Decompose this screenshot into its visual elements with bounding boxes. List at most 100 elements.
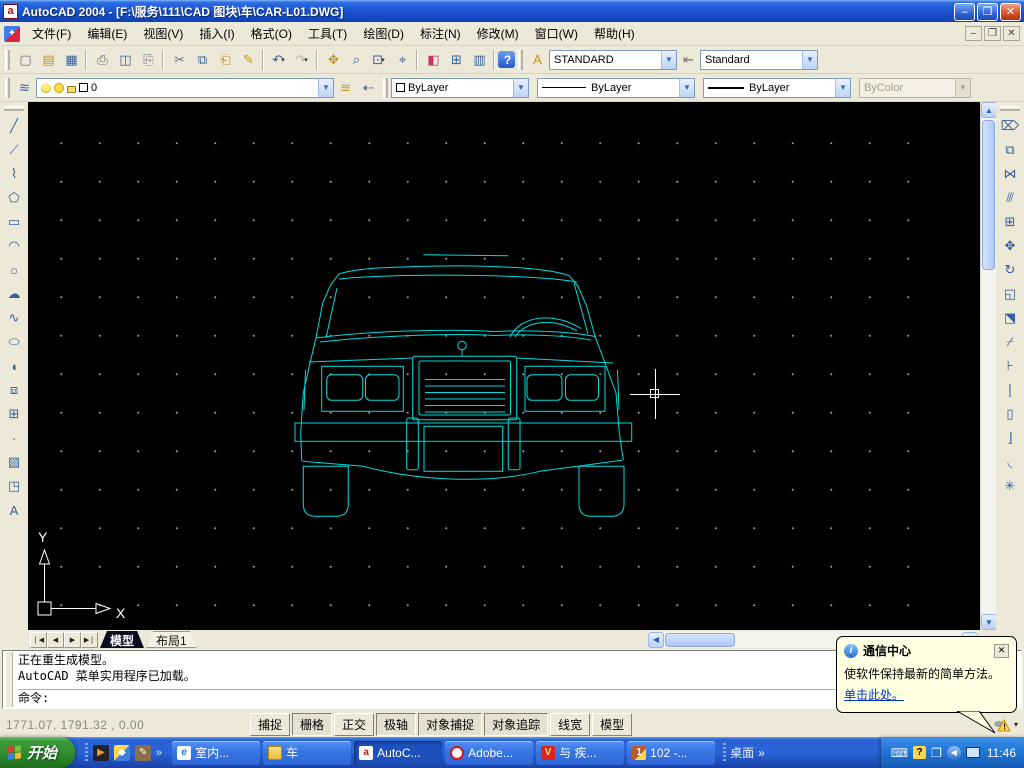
toolbar-grip[interactable] <box>383 77 388 98</box>
layer-manager-icon[interactable]: ≋ <box>13 76 36 99</box>
color-combo[interactable]: ByLayer ▼ <box>391 77 529 98</box>
publish-icon[interactable]: ⎘ <box>136 48 159 71</box>
command-window-grip[interactable] <box>4 652 13 707</box>
tray-dropdown-icon[interactable]: ▾ <box>1014 720 1018 729</box>
save-icon[interactable]: ▦ <box>59 48 82 71</box>
acdsee-icon[interactable]: ◆ <box>114 744 131 761</box>
designcenter-icon[interactable]: ⊞ <box>444 48 467 71</box>
zoom-previous-icon[interactable]: ⌖ <box>390 48 413 71</box>
make-block-icon[interactable]: ⊞ <box>2 402 26 426</box>
multiline-text-icon[interactable]: A <box>2 498 26 522</box>
drawing-canvas[interactable]: Y X <box>28 102 980 630</box>
close-button[interactable]: ✕ <box>1000 2 1021 21</box>
balloon-link[interactable]: 单击此处。 <box>844 686 1009 703</box>
hatch-icon[interactable]: ▨ <box>2 450 26 474</box>
toggle-lwt[interactable]: 线宽 <box>550 713 591 736</box>
mirror-icon[interactable]: ⋈ <box>998 162 1022 186</box>
restore-button[interactable]: ❐ <box>977 2 998 21</box>
toggle-ortho[interactable]: 正交 <box>334 713 375 736</box>
task-button-adobe[interactable]: Adobe... <box>445 740 534 765</box>
text-style-combo[interactable]: STANDARD ▼ <box>549 49 677 70</box>
toolbar-grip[interactable] <box>518 49 523 70</box>
open-icon[interactable]: ▤ <box>36 48 59 71</box>
extend-icon[interactable]: ⊦ <box>998 354 1022 378</box>
toggle-osnap[interactable]: 对象捕捉 <box>418 713 483 736</box>
balloon-close-icon[interactable]: ✕ <box>994 643 1009 658</box>
dim-style-combo[interactable]: Standard ▼ <box>700 49 818 70</box>
separator[interactable] <box>316 49 318 70</box>
tool-palettes-icon[interactable]: ▥ <box>467 48 490 71</box>
move-icon[interactable]: ✥ <box>998 234 1022 258</box>
menu-modify[interactable]: 修改(M) <box>469 23 527 44</box>
tab-last-button[interactable]: ▶❘ <box>81 632 98 648</box>
minimize-button[interactable]: – <box>954 2 975 21</box>
linetype-combo[interactable]: ByLayer ▼ <box>537 77 695 98</box>
mdi-restore-button[interactable]: ❐ <box>984 26 1001 41</box>
toggle-snap[interactable]: 捕捉 <box>250 713 291 736</box>
chevron-down-icon[interactable]: ▼ <box>318 78 333 97</box>
pan-icon[interactable]: ✥ <box>321 48 344 71</box>
task-button-car-folder[interactable]: 车 <box>263 740 352 765</box>
lineweight-combo[interactable]: ByLayer ▼ <box>703 77 851 98</box>
plot-icon[interactable]: ⎙ <box>90 48 113 71</box>
ellipse-icon[interactable]: ⬭ <box>2 330 26 354</box>
mdi-close-button[interactable]: ✕ <box>1003 26 1020 41</box>
taskbar-grip[interactable] <box>85 742 89 763</box>
trim-icon[interactable]: ⌿ <box>998 330 1022 354</box>
taskbar-grip[interactable] <box>723 742 727 763</box>
separator[interactable] <box>416 49 418 70</box>
tab-first-button[interactable]: ❘◀ <box>30 632 47 648</box>
paste-icon[interactable]: ⎗ <box>213 48 236 71</box>
explode-icon[interactable]: ✳ <box>998 474 1022 498</box>
start-button[interactable]: 开始 <box>0 737 76 768</box>
desktop-chevron[interactable]: » <box>758 746 765 760</box>
spline-icon[interactable]: ∿ <box>2 306 26 330</box>
scale-icon[interactable]: ◱ <box>998 282 1022 306</box>
dim-style-icon[interactable]: ⇤ <box>677 48 700 71</box>
toolbar-grip[interactable] <box>5 77 10 98</box>
menu-view[interactable]: 视图(V) <box>135 23 191 44</box>
media-player-icon[interactable]: ▶ <box>93 744 110 761</box>
window-tray-icon[interactable]: ❐ <box>931 747 942 759</box>
insert-block-icon[interactable]: ⧈ <box>2 378 26 402</box>
toggle-grid[interactable]: 栅格 <box>292 713 333 736</box>
scroll-up-button[interactable]: ▲ <box>981 102 997 118</box>
toolbar-grip[interactable] <box>4 106 24 111</box>
tab-layout1[interactable]: 布局1 <box>146 631 197 648</box>
make-layer-current-icon[interactable]: ≊ <box>334 76 357 99</box>
break-at-point-icon[interactable]: ❘ <box>998 378 1022 402</box>
circle-icon[interactable]: ○ <box>2 258 26 282</box>
tab-next-button[interactable]: ▶ <box>64 632 81 648</box>
rotate-icon[interactable]: ↻ <box>998 258 1022 282</box>
toolbar-grip[interactable] <box>1000 106 1020 111</box>
horizontal-scroll-thumb[interactable] <box>665 632 735 647</box>
task-button-indoor[interactable]: e 室内... <box>172 740 261 765</box>
menu-tools[interactable]: 工具(T) <box>300 23 355 44</box>
match-properties-icon[interactable]: ✎ <box>236 48 259 71</box>
polyline-icon[interactable]: ⌇ <box>2 162 26 186</box>
offset-icon[interactable]: ⫻ <box>998 186 1022 210</box>
chamfer-icon[interactable]: ⌋ <box>998 426 1022 450</box>
desktop-toolbar[interactable]: 桌面 » <box>723 742 765 763</box>
revision-cloud-icon[interactable]: ☁ <box>2 282 26 306</box>
construction-line-icon[interactable]: ⟋ <box>2 138 26 162</box>
quick-launch-chevron[interactable]: » <box>156 747 162 759</box>
toggle-polar[interactable]: 极轴 <box>376 713 417 736</box>
chevron-down-icon[interactable]: ▼ <box>661 50 676 69</box>
help-tray-icon[interactable]: ? <box>913 746 927 759</box>
arc-icon[interactable]: ◠ <box>2 234 26 258</box>
tab-prev-button[interactable]: ◀ <box>47 632 64 648</box>
tab-model[interactable]: 模型 <box>100 631 144 648</box>
line-icon[interactable]: ╱ <box>2 114 26 138</box>
new-icon[interactable]: ▢ <box>13 48 36 71</box>
menu-window[interactable]: 窗口(W) <box>527 23 586 44</box>
undo-icon[interactable]: ↶ ▾ <box>267 48 290 71</box>
vertical-scrollbar[interactable]: ▲ ▼ <box>980 102 997 630</box>
ellipse-arc-icon[interactable]: ◖ <box>2 354 26 378</box>
help-icon[interactable]: ? <box>498 51 515 68</box>
cut-icon[interactable]: ✂ <box>167 48 190 71</box>
menu-help[interactable]: 帮助(H) <box>586 23 643 44</box>
menu-draw[interactable]: 绘图(D) <box>355 23 412 44</box>
task-button-102[interactable]: 1 102 -... <box>627 740 716 765</box>
stretch-icon[interactable]: ⬔ <box>998 306 1022 330</box>
